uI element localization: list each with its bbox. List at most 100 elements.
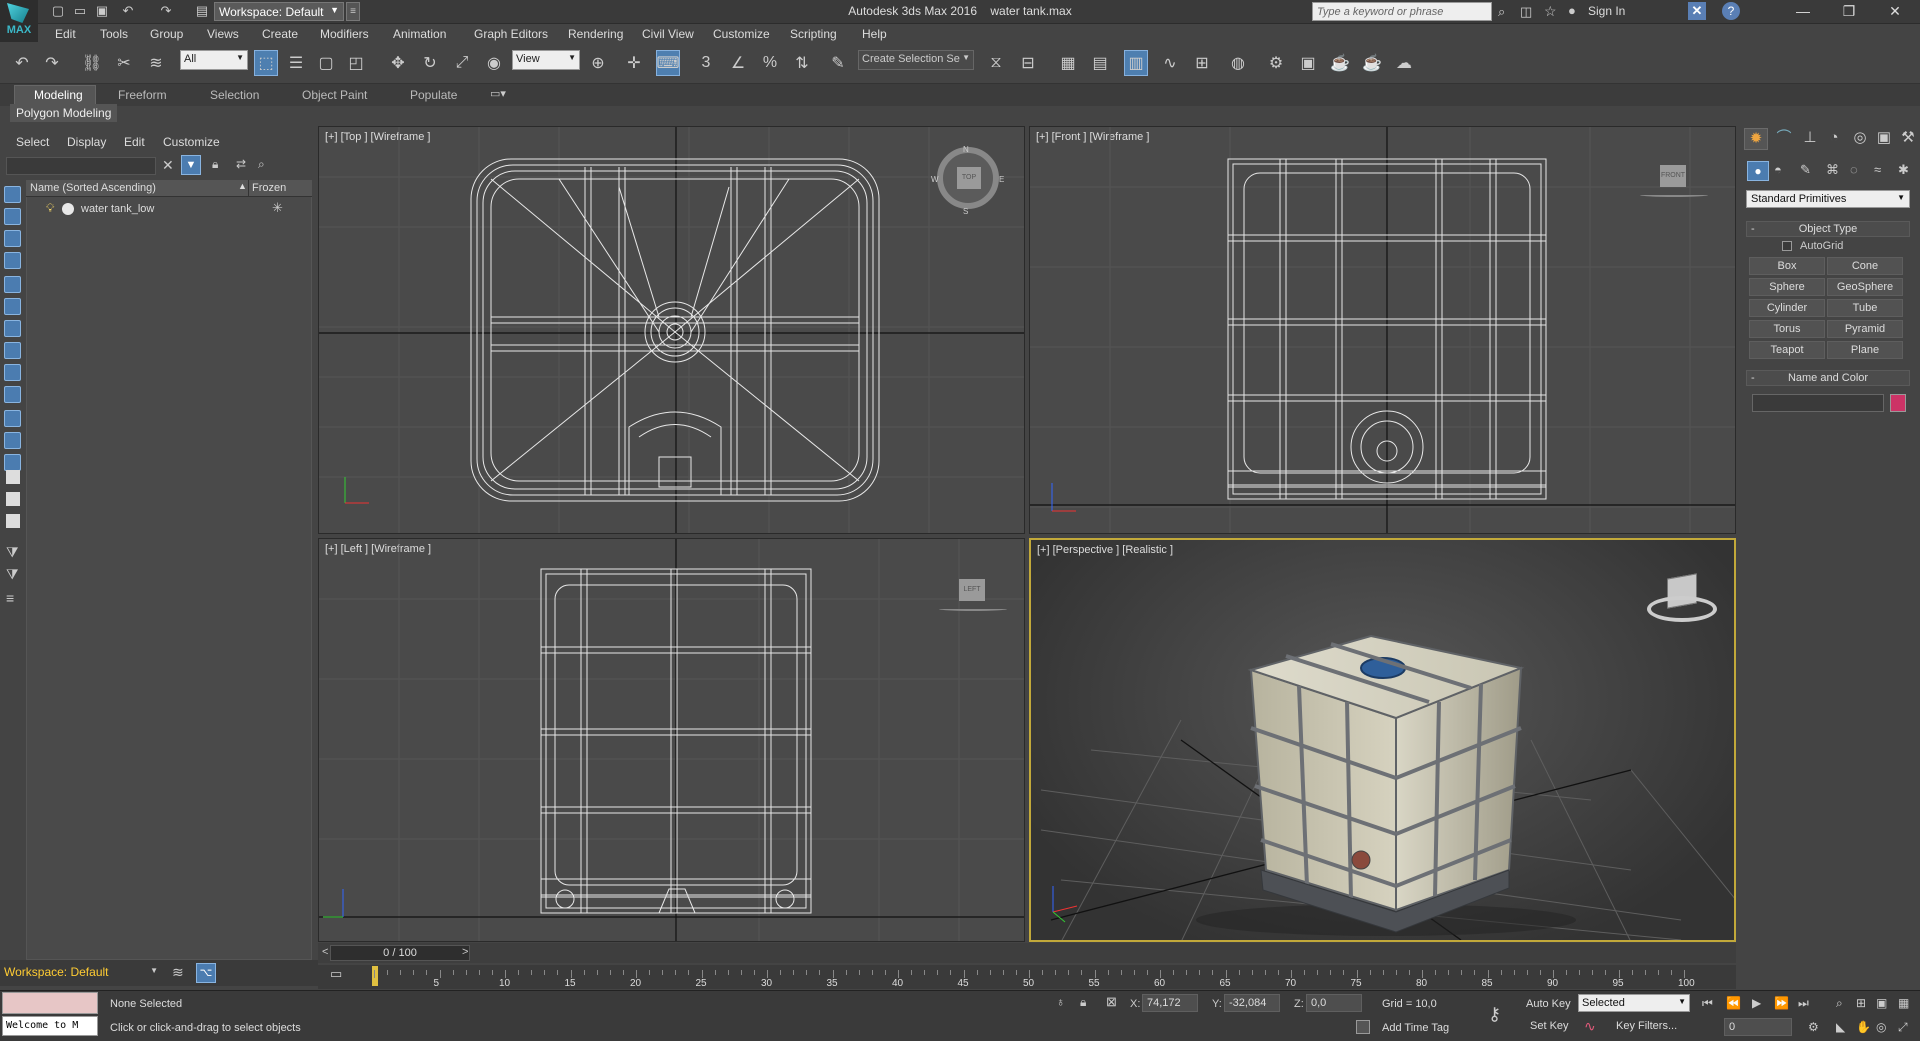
auto-key-button[interactable]: Auto Key bbox=[1526, 998, 1571, 1010]
shapes-icon[interactable]: ◓ bbox=[1774, 162, 1782, 177]
menu-graph-editors[interactable]: Graph Editors bbox=[474, 27, 548, 41]
tab-freeform[interactable]: Freeform bbox=[118, 88, 167, 102]
layers-icon[interactable]: ≋ bbox=[172, 964, 184, 981]
zoom-icon[interactable]: ⌕ bbox=[1836, 996, 1843, 1011]
workspace-dropdown[interactable]: Workspace: Default ▼ bbox=[214, 2, 344, 21]
display-bones-icon[interactable] bbox=[4, 364, 21, 381]
col-frozen-header[interactable]: Frozen bbox=[252, 182, 286, 194]
subscription-icon[interactable]: ◫ bbox=[1520, 4, 1532, 20]
menu-views[interactable]: Views bbox=[207, 27, 239, 41]
selection-filter-dropdown[interactable]: All ▼ bbox=[180, 50, 248, 70]
list-item[interactable]: 💡︎ water tank_low ✳ bbox=[26, 200, 312, 218]
display-none-icon[interactable] bbox=[6, 470, 20, 484]
menu-edit[interactable]: Edit bbox=[55, 27, 76, 41]
torus-button[interactable]: Torus bbox=[1749, 320, 1825, 338]
select-manipulate-icon[interactable]: ✛ bbox=[622, 50, 646, 76]
light-bulb-icon[interactable]: 💡︎ bbox=[46, 201, 54, 216]
systems-icon[interactable]: ✱ bbox=[1898, 162, 1909, 178]
lights-icon[interactable]: ✎ bbox=[1800, 162, 1811, 178]
select-by-name-icon[interactable]: ☰ bbox=[284, 50, 308, 76]
next-frame-arrow-icon[interactable]: > bbox=[462, 946, 468, 958]
help-search-input[interactable]: Type a keyword or phrase bbox=[1312, 2, 1492, 21]
app-logo-button[interactable]: MAX bbox=[0, 0, 38, 42]
align-icon[interactable]: ⊟ bbox=[1016, 50, 1040, 76]
orbit-icon[interactable]: ◎ bbox=[1876, 1020, 1886, 1034]
prev-frame-arrow-icon[interactable]: < bbox=[322, 946, 328, 958]
percent-snap-icon[interactable]: % bbox=[758, 50, 782, 76]
menu-animation[interactable]: Animation bbox=[393, 27, 446, 41]
explorer-workspace-dropdown[interactable]: Workspace: Default ▼ bbox=[4, 962, 164, 982]
plane-button[interactable]: Plane bbox=[1827, 341, 1903, 359]
viewport-left[interactable]: [+] [Left ] [Wireframe ] LEFT bbox=[318, 538, 1025, 942]
maximize-viewport-icon[interactable]: ⤢ bbox=[1898, 1020, 1908, 1035]
hierarchy-tab-icon[interactable]: ⊥ bbox=[1798, 128, 1822, 150]
display-geometry-icon[interactable] bbox=[4, 186, 21, 203]
key-curve-icon[interactable]: ∿ bbox=[1584, 1018, 1596, 1035]
current-frame-field[interactable]: 0 bbox=[1724, 1018, 1792, 1036]
key-filters-button[interactable]: Key Filters... bbox=[1616, 1020, 1677, 1032]
geometry-icon[interactable]: ● bbox=[1747, 161, 1769, 181]
add-time-tag-icon[interactable] bbox=[1356, 1020, 1370, 1034]
y-coordinate-field[interactable]: -32,084 bbox=[1224, 994, 1280, 1012]
viewcube-top[interactable]: TOP bbox=[937, 147, 999, 209]
viewport-top[interactable]: [+] [Top ] [Wireframe ] TOP N S E W bbox=[318, 126, 1025, 534]
project-folder-icon[interactable]: ▤ bbox=[194, 3, 210, 19]
scene-menu-edit[interactable]: Edit bbox=[124, 135, 145, 149]
link-icon[interactable]: ⛓ bbox=[80, 50, 104, 76]
display-all-icon[interactable] bbox=[4, 454, 21, 471]
layer-explorer-icon[interactable]: ▦ bbox=[1056, 50, 1080, 76]
display-tab-icon[interactable]: ◎ bbox=[1848, 128, 1872, 150]
render-cloud-icon[interactable]: ☁ bbox=[1392, 50, 1416, 76]
go-to-end-icon[interactable]: ⏭ bbox=[1798, 996, 1809, 1011]
display-helpers-icon[interactable] bbox=[4, 276, 21, 293]
help-icon[interactable]: ? bbox=[1722, 2, 1740, 20]
scale-icon[interactable]: ⤢ bbox=[450, 50, 474, 76]
teapot-button[interactable]: Teapot bbox=[1749, 341, 1825, 359]
schematic-view-icon[interactable]: ⊞ bbox=[1190, 50, 1214, 76]
render-production-icon[interactable]: ☕ bbox=[1328, 50, 1352, 76]
zoom-extents-all-icon[interactable]: ▦ bbox=[1898, 996, 1909, 1010]
field-of-view-icon[interactable]: ◣ bbox=[1836, 1020, 1845, 1034]
mirror-icon[interactable]: ⧖ bbox=[984, 50, 1008, 76]
display-shapes-icon[interactable] bbox=[4, 208, 21, 225]
next-frame-icon[interactable]: ⏩ bbox=[1774, 996, 1789, 1010]
menu-customize[interactable]: Customize bbox=[713, 27, 770, 41]
named-selection-set-dropdown[interactable]: Create Selection Se ▼ bbox=[858, 50, 974, 70]
menu-help[interactable]: Help bbox=[862, 27, 887, 41]
x-coordinate-field[interactable]: 74,172 bbox=[1142, 994, 1198, 1012]
polygon-modeling-panel[interactable]: Polygon Modeling bbox=[10, 104, 118, 122]
undo-icon[interactable]: ↶ bbox=[120, 3, 136, 19]
move-icon[interactable]: ✥ bbox=[386, 50, 410, 76]
set-key-button[interactable]: Set Key bbox=[1530, 1020, 1569, 1032]
pan-icon[interactable]: ✋ bbox=[1856, 1020, 1871, 1034]
z-coordinate-field[interactable]: 0,0 bbox=[1306, 994, 1362, 1012]
isolate-selection-icon[interactable]: ♁ bbox=[1056, 995, 1065, 1009]
viewcube-perspective-ring[interactable] bbox=[1647, 596, 1717, 622]
scene-search-input[interactable] bbox=[6, 157, 156, 175]
select-object-icon[interactable]: ⬚ bbox=[254, 50, 278, 76]
window-crossing-icon[interactable]: ◰ bbox=[344, 50, 368, 76]
open-file-icon[interactable]: ▭ bbox=[72, 3, 88, 19]
restore-icon[interactable]: ❐ bbox=[1826, 0, 1872, 24]
workspace-menu-icon[interactable]: ≡ bbox=[346, 2, 360, 21]
edit-named-selection-icon[interactable]: ✎ bbox=[826, 50, 850, 76]
object-name-input[interactable] bbox=[1752, 394, 1884, 412]
helpers-icon[interactable]: ◌ bbox=[1850, 162, 1858, 177]
display-groups-icon[interactable] bbox=[4, 320, 21, 337]
frozen-snowflake-icon[interactable]: ✳ bbox=[272, 200, 283, 216]
tab-selection[interactable]: Selection bbox=[210, 88, 259, 102]
viewcube-left-ring[interactable] bbox=[939, 607, 1007, 611]
sync-selection-icon[interactable]: ⇄ bbox=[236, 157, 246, 171]
exchange-apps-icon[interactable]: ✕ bbox=[1688, 2, 1706, 20]
hierarchy-icon[interactable]: ⌥ bbox=[196, 963, 216, 983]
scene-explorer-toggle-icon[interactable]: ▥ bbox=[1124, 50, 1148, 76]
mini-curve-editor-icon[interactable]: ▭ bbox=[330, 966, 342, 982]
menu-civil-view[interactable]: Civil View bbox=[642, 27, 694, 41]
place-icon[interactable]: ◉ bbox=[482, 50, 506, 76]
viewport-perspective[interactable]: [+] [Perspective ] [Realistic ] bbox=[1029, 538, 1736, 942]
display-children-icon[interactable] bbox=[6, 514, 20, 528]
viewcube-front-ring[interactable] bbox=[1640, 193, 1708, 197]
undo-icon[interactable]: ↶ bbox=[10, 50, 34, 76]
new-file-icon[interactable]: ▢ bbox=[50, 3, 66, 19]
create-tab-icon[interactable]: ✹ bbox=[1744, 128, 1768, 150]
